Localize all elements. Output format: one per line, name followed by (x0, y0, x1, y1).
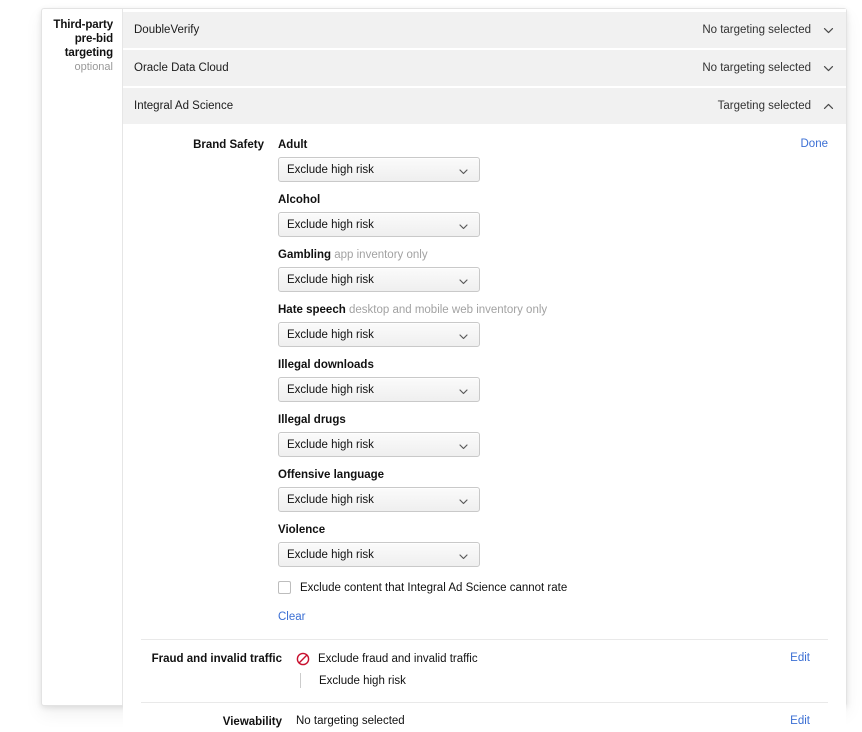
section-body: Edit No targeting selected (296, 715, 828, 732)
field-label: Gambling app inventory only (278, 248, 828, 262)
field-label-text: Illegal downloads (278, 359, 374, 371)
field-illegal-downloads: Illegal downloads Exclude high risk (278, 358, 828, 402)
select-adult[interactable]: Exclude high risk (278, 157, 480, 182)
accordion-header-oracle-data-cloud[interactable]: Oracle Data Cloud No targeting selected (123, 50, 846, 86)
select-alcohol[interactable]: Exclude high risk (278, 212, 480, 237)
select-value: Exclude high risk (287, 273, 374, 286)
chevron-down-icon (458, 274, 469, 285)
chevron-down-icon (458, 384, 469, 395)
field-label-text: Hate speech (278, 304, 346, 316)
chevron-down-icon[interactable] (822, 62, 835, 75)
chevron-down-icon (458, 439, 469, 450)
field-alcohol: Alcohol Exclude high risk (278, 193, 828, 237)
fraud-value: Exclude fraud and invalid traffic (318, 653, 478, 665)
field-label: Adult (278, 138, 828, 152)
select-value: Exclude high risk (287, 548, 374, 561)
select-value: Exclude high risk (287, 438, 374, 451)
field-label: Illegal downloads (278, 358, 828, 372)
accordion-header-integral-ad-science[interactable]: Integral Ad Science Targeting selected (123, 88, 846, 124)
field-label: Violence (278, 523, 828, 537)
fraud-sub-value: Exclude high risk (319, 674, 406, 687)
provider-name: Oracle Data Cloud (134, 62, 229, 74)
fraud-sub-row: Exclude high risk (300, 673, 810, 702)
chevron-down-icon (458, 494, 469, 505)
field-label: Illegal drugs (278, 413, 828, 427)
field-label-text: Illegal drugs (278, 414, 346, 426)
clear-link[interactable]: Clear (278, 611, 305, 623)
select-violence[interactable]: Exclude high risk (278, 542, 480, 567)
section-label: Viewability (222, 716, 282, 728)
field-label: Hate speech desktop and mobile web inven… (278, 303, 828, 317)
field-label-text: Violence (278, 524, 326, 536)
edit-link-viewability[interactable]: Edit (790, 715, 810, 727)
chevron-down-icon (458, 164, 469, 175)
section-label: Brand Safety (193, 139, 264, 151)
provider-name: Integral Ad Science (134, 100, 234, 112)
select-value: Exclude high risk (287, 163, 374, 176)
field-label-hint: desktop and mobile web inventory only (348, 304, 548, 316)
checkbox-label[interactable]: Exclude content that Integral Ad Science… (300, 582, 567, 594)
prohibition-icon (296, 652, 310, 666)
providers-accordion: DoubleVerify No targeting selected Oracl… (123, 9, 846, 732)
select-illegal-downloads[interactable]: Exclude high risk (278, 377, 480, 402)
integral-ad-science-panel: Brand Safety Done Adult Exclude high ris… (123, 126, 846, 732)
field-label: Offensive language (278, 468, 828, 482)
provider-name: DoubleVerify (134, 24, 200, 36)
field-label-text: Offensive language (278, 469, 385, 481)
section-body: Done Adult Exclude high risk Alcohol Exc… (278, 138, 846, 639)
screen: Third-party pre-bid targeting optional D… (0, 0, 862, 732)
select-value: Exclude high risk (287, 218, 374, 231)
field-label-text: Alcohol (278, 194, 321, 206)
fraud-summary: Exclude fraud and invalid traffic (296, 652, 810, 666)
provider-status: Targeting selected (717, 100, 811, 112)
chevron-down-icon (458, 329, 469, 340)
section-fraud-and-invalid-traffic: Fraud and invalid traffic Edit Exclude f… (141, 639, 828, 702)
field-violence: Violence Exclude high risk (278, 523, 828, 567)
field-label-column: Third-party pre-bid targeting optional (42, 9, 123, 705)
chevron-down-icon (458, 219, 469, 230)
chevron-up-icon[interactable] (822, 100, 835, 113)
select-illegal-drugs[interactable]: Exclude high risk (278, 432, 480, 457)
chevron-down-icon[interactable] (822, 24, 835, 37)
select-gambling[interactable]: Exclude high risk (278, 267, 480, 292)
checkbox-exclude-unrateable[interactable] (278, 581, 291, 594)
select-value: Exclude high risk (287, 383, 374, 396)
provider-status: No targeting selected (702, 62, 811, 74)
chevron-down-icon (458, 549, 469, 560)
edit-link-fraud[interactable]: Edit (790, 652, 810, 664)
field-label-text: Adult (278, 139, 308, 151)
field-offensive-language: Offensive language Exclude high risk (278, 468, 828, 512)
select-hate-speech[interactable]: Exclude high risk (278, 322, 480, 347)
viewability-value: No targeting selected (296, 715, 405, 727)
select-value: Exclude high risk (287, 328, 374, 341)
exclude-unrateable-row: Exclude content that Integral Ad Science… (278, 581, 828, 594)
accordion-header-doubleverify[interactable]: DoubleVerify No targeting selected (123, 12, 846, 48)
page-title: Third-party pre-bid targeting (53, 19, 113, 59)
section-label: Fraud and invalid traffic (151, 653, 282, 665)
field-gambling: Gambling app inventory only Exclude high… (278, 248, 828, 292)
field-hate-speech: Hate speech desktop and mobile web inven… (278, 303, 828, 347)
field-label: Alcohol (278, 193, 828, 207)
section-brand-safety: Brand Safety Done Adult Exclude high ris… (123, 126, 846, 639)
field-adult: Adult Exclude high risk (278, 138, 828, 182)
select-value: Exclude high risk (287, 493, 374, 506)
field-label-hint: app inventory only (334, 249, 428, 261)
section-viewability: Viewability Edit No targeting selected (141, 702, 828, 732)
done-link[interactable]: Done (801, 138, 829, 150)
section-body: Edit Exclude fraud and invalid traffic E… (296, 652, 828, 702)
field-label-text: Gambling (278, 249, 332, 261)
optional-indicator: optional (74, 61, 113, 73)
third-party-targeting-card: Third-party pre-bid targeting optional D… (41, 8, 847, 732)
select-offensive-language[interactable]: Exclude high risk (278, 487, 480, 512)
provider-status: No targeting selected (702, 24, 811, 36)
field-illegal-drugs: Illegal drugs Exclude high risk (278, 413, 828, 457)
tree-connector (300, 673, 301, 688)
